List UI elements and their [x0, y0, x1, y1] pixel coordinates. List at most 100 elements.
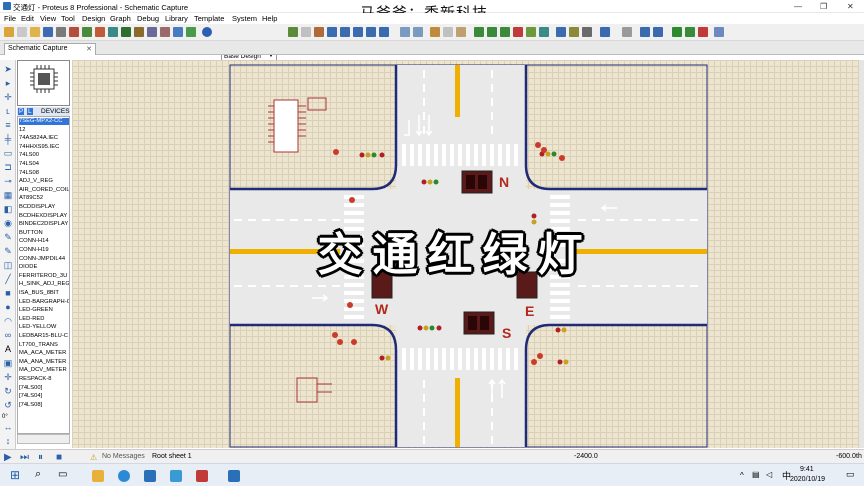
block-copy-icon[interactable] [474, 27, 484, 37]
arc-icon[interactable]: ◠ [3, 316, 13, 326]
device-list-item[interactable]: LT700_TRANS [19, 342, 58, 349]
device-list-item[interactable]: 74AS824A.IEC [19, 135, 58, 142]
property-tool-icon[interactable] [569, 27, 579, 37]
volume-icon[interactable]: ◁ [766, 470, 772, 479]
line-icon[interactable]: ╱ [3, 274, 13, 284]
device-list-item[interactable]: ADJ_V_REG [19, 178, 53, 185]
box-icon[interactable]: ■ [3, 288, 13, 298]
search-icon[interactable] [556, 27, 566, 37]
terminal-icon[interactable]: ⊐ [3, 162, 13, 172]
grid-icon[interactable] [301, 27, 311, 37]
pick-device-icon[interactable] [526, 27, 536, 37]
clock-time[interactable]: 9:41 [800, 466, 814, 473]
store-icon[interactable] [144, 470, 156, 482]
device-list-item[interactable]: 74LS04 [19, 161, 39, 168]
goto-sheet-icon[interactable] [640, 27, 650, 37]
help-icon[interactable] [202, 27, 212, 37]
electrical-rule-icon[interactable] [600, 27, 610, 37]
subcircuit-icon[interactable]: ▭ [3, 148, 13, 158]
save-icon[interactable] [43, 27, 53, 37]
library-icon[interactable] [186, 27, 196, 37]
marker-icon[interactable]: ✛ [3, 372, 13, 382]
make-device-icon[interactable] [539, 27, 549, 37]
cut-icon[interactable] [430, 27, 440, 37]
netlist-icon[interactable] [653, 27, 663, 37]
block-delete-icon[interactable] [513, 27, 523, 37]
task-view-icon[interactable]: ▭ [58, 469, 67, 480]
menu-template[interactable]: Template [194, 14, 224, 23]
graph-icon[interactable]: ▦ [3, 190, 13, 200]
device-list-item[interactable]: [74LS00] [19, 385, 42, 392]
gerber-icon[interactable] [134, 27, 144, 37]
device-list-item[interactable]: ISA_BUS_8BIT [19, 290, 59, 297]
home-icon[interactable] [4, 27, 14, 37]
source-code-icon[interactable] [173, 27, 183, 37]
device-list-item[interactable]: BINDEC2DISPLAY [19, 221, 68, 228]
menu-library[interactable]: Library [165, 14, 188, 23]
menu-system[interactable]: System [232, 14, 257, 23]
menu-tool[interactable]: Tool [61, 14, 75, 23]
undo-icon[interactable] [400, 27, 410, 37]
mirror-horizontal-icon[interactable]: ↔ [3, 422, 13, 432]
redo-icon[interactable] [413, 27, 423, 37]
maximize-button[interactable]: ❐ [820, 2, 827, 11]
device-list[interactable]: 7SEG-MPX2-CC 12 74AS824A.IEC 74HHXS95.IEC 74… [17, 116, 70, 434]
device-list-item[interactable]: LED-YELLOW [19, 324, 56, 331]
bom-icon[interactable] [160, 27, 170, 37]
tape-recorder-icon[interactable]: ◧ [3, 204, 13, 214]
device-list-item[interactable]: DIODE [19, 264, 37, 271]
pcb-icon[interactable] [108, 27, 118, 37]
device-list-item[interactable]: [74LS08] [19, 402, 42, 409]
rotate-cw-icon[interactable]: ↻ [3, 386, 13, 396]
device-list-item[interactable]: MA_DCV_METER [19, 367, 67, 374]
device-list-item[interactable]: AT89C52 [19, 195, 43, 202]
block-move-icon[interactable] [487, 27, 497, 37]
library-manager-button[interactable]: L [27, 108, 33, 115]
design-rule-icon[interactable] [714, 27, 724, 37]
canvas-scrollbar[interactable] [859, 60, 864, 448]
virtual-instrument-icon[interactable]: ◫ [3, 260, 13, 270]
tab-schematic-capture[interactable]: Schematic Capture ✕ [4, 43, 96, 55]
device-list-item[interactable]: LED-BARGRAPH-G [19, 299, 69, 306]
step-icon[interactable]: ⏭ [20, 452, 29, 463]
rotation-angle[interactable]: 0° [2, 414, 8, 420]
remove-sheet-icon[interactable] [698, 27, 708, 37]
symbol-icon[interactable]: ▣ [3, 358, 13, 368]
stop-icon[interactable]: ■ [56, 452, 62, 463]
circle-icon[interactable]: ● [3, 302, 13, 312]
edge-browser-icon[interactable] [118, 470, 130, 482]
device-list-item[interactable]: LED-GREEN [19, 307, 53, 314]
pause-icon[interactable]: ⏸ [38, 452, 43, 463]
path-icon[interactable]: ∞ [3, 330, 13, 340]
search-icon[interactable]: ⌕ [35, 468, 41, 481]
device-list-item[interactable]: MA_ACA_METER [19, 350, 66, 357]
network-icon[interactable]: ▤ [752, 470, 760, 479]
device-list-item[interactable]: H_SINK_ADJ_REG [19, 281, 69, 288]
open-folder-icon[interactable] [30, 27, 40, 37]
file-explorer-icon[interactable] [92, 470, 104, 482]
wire-label-icon[interactable]: ʟ [3, 106, 13, 116]
pan-icon[interactable] [327, 27, 337, 37]
export-netlist-icon[interactable] [685, 27, 695, 37]
device-list-item[interactable]: LED-RED [19, 316, 44, 323]
menu-debug[interactable]: Debug [137, 14, 159, 23]
device-list-item[interactable]: CONN-JMPDIL44 [19, 256, 65, 263]
mirror-vertical-icon[interactable]: ↕ [3, 436, 13, 446]
rotate-ccw-icon[interactable]: ↺ [3, 400, 13, 410]
current-probe-icon[interactable]: ✎ [3, 246, 13, 256]
app-icon-5[interactable] [196, 470, 208, 482]
board-3d-icon[interactable] [121, 27, 131, 37]
pick-library-button[interactable]: P [18, 108, 25, 115]
zoom-in-icon[interactable] [340, 27, 350, 37]
add-sheet-icon[interactable] [672, 27, 682, 37]
block-rotate-icon[interactable] [500, 27, 510, 37]
menu-edit[interactable]: Edit [21, 14, 34, 23]
device-list-item[interactable]: LEDBAR15-BLU-C [19, 333, 68, 340]
device-list-item[interactable]: MA_ANA_METER [19, 359, 66, 366]
play-icon[interactable]: ▶ [4, 452, 12, 463]
device-list-item[interactable]: 7SEG-MPX2-CC [19, 118, 69, 125]
close-icon[interactable]: ✕ [86, 45, 92, 53]
device-list-item[interactable]: 74HHXS95.IEC [19, 144, 59, 151]
device-list-item[interactable]: RESPACK-8 [19, 376, 51, 383]
voltage-probe-icon[interactable]: ✎ [3, 232, 13, 242]
